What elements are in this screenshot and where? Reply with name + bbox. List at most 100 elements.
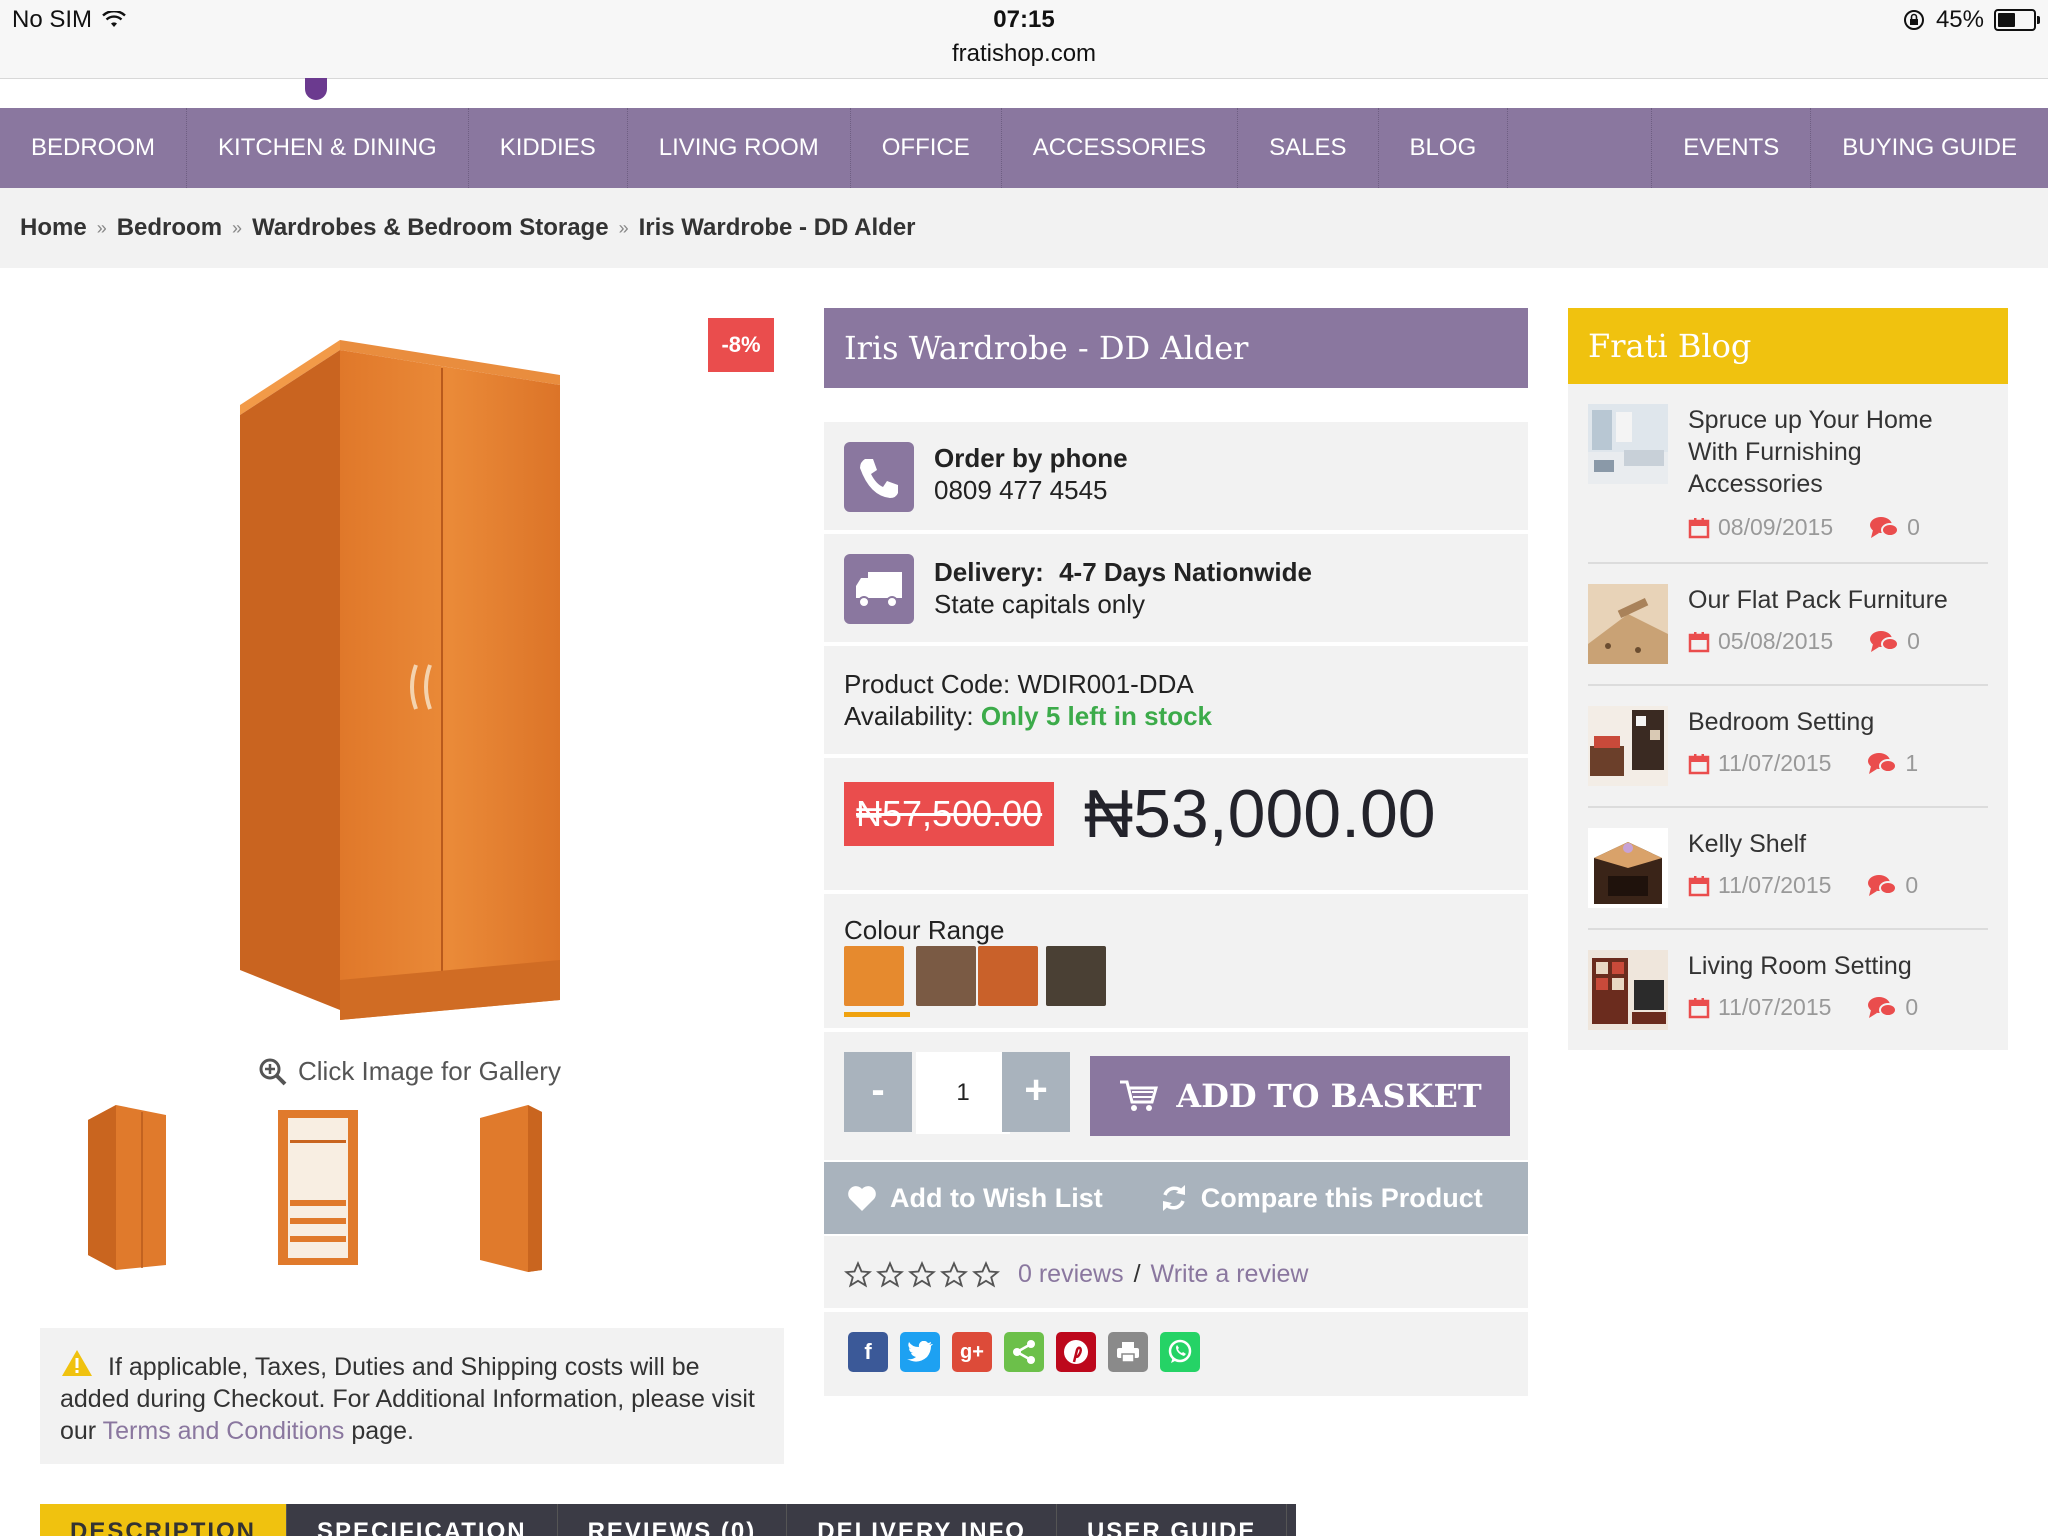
gallery-hint[interactable]: Click Image for Gallery (258, 1056, 561, 1087)
nav-item-buying-guide[interactable]: BUYING GUIDE (1811, 108, 2048, 188)
blog-post-item[interactable]: Bedroom Setting 11/07/2015 1 (1588, 706, 1988, 792)
comments-icon (1868, 996, 1898, 1018)
twitter-share-icon[interactable] (900, 1332, 940, 1372)
comments-icon (1868, 874, 1898, 896)
warning-icon (62, 1350, 92, 1376)
print-icon[interactable] (1108, 1332, 1148, 1372)
delivery-panel: Delivery: 4-7 Days Nationwide State capi… (824, 532, 1528, 642)
tab-specification[interactable]: SPECIFICATION (287, 1504, 558, 1536)
terms-link[interactable]: Terms and Conditions (103, 1417, 345, 1445)
blog-post-thumbnail[interactable] (1588, 706, 1668, 786)
blog-post-thumbnail[interactable] (1588, 584, 1668, 664)
nav-item-accessories[interactable]: ACCESSORIES (1002, 108, 1239, 188)
facebook-share-icon[interactable]: f (848, 1332, 888, 1372)
blog-post-item[interactable]: Spruce up Your Home With Furnishing Acce… (1588, 404, 1988, 554)
order-by-phone-panel: Order by phone 0809 477 4545 (824, 422, 1528, 530)
blog-divider (1588, 684, 1988, 686)
tax-notice: If applicable, Taxes, Duties and Shippin… (40, 1328, 784, 1464)
product-title: Iris Wardrobe - DD Alder (824, 308, 1528, 388)
star-empty-icon (940, 1260, 968, 1288)
blog-post-item[interactable]: Kelly Shelf 11/07/2015 0 (1588, 828, 1988, 914)
calendar-icon (1688, 997, 1710, 1018)
tab-description[interactable]: DESCRIPTION (40, 1504, 288, 1536)
tab-reviews[interactable]: REVIEWS (0) (558, 1504, 788, 1536)
colour-range-label: Colour Range (844, 915, 1005, 945)
star-empty-icon (876, 1260, 904, 1288)
colour-swatch-wenge[interactable] (1046, 946, 1106, 1006)
product-code-label: Product Code: (844, 669, 1011, 699)
blog-divider (1588, 562, 1988, 564)
status-bar: No SIM 07:15 fratishop.com 45% (0, 0, 2048, 79)
thumbnail-open[interactable] (268, 1100, 368, 1275)
blog-post-comment-count: 0 (1907, 628, 1920, 654)
blog-post-item[interactable]: Our Flat Pack Furniture 05/08/2015 0 (1588, 584, 1988, 670)
quantity-increase-button[interactable]: + (1002, 1052, 1070, 1132)
delivery-note: State capitals only (934, 589, 1146, 619)
compare-product-button[interactable]: Compare this Product (1159, 1183, 1483, 1214)
blog-post-date: 05/08/2015 (1718, 628, 1834, 654)
breadcrumb-wardrobes[interactable]: Wardrobes & Bedroom Storage (252, 214, 609, 242)
nav-item-living-room[interactable]: LIVING ROOM (628, 108, 851, 188)
blog-post-thumbnail[interactable] (1588, 404, 1668, 484)
blog-post-item[interactable]: Living Room Setting 11/07/2015 0 (1588, 950, 1988, 1036)
thumbnail-closed[interactable] (76, 1100, 176, 1275)
product-tabs: DESCRIPTION SPECIFICATION REVIEWS (0) DE… (40, 1504, 1296, 1536)
star-empty-icon (972, 1260, 1000, 1288)
blog-post-date: 11/07/2015 (1718, 994, 1832, 1020)
site-logo-fragment[interactable] (305, 78, 327, 100)
breadcrumb-bedroom[interactable]: Bedroom (117, 214, 222, 242)
discount-badge: -8% (708, 318, 774, 372)
thumbnail-side[interactable] (468, 1100, 568, 1275)
order-phone-number[interactable]: 0809 477 4545 (934, 474, 1128, 506)
add-to-wishlist-button[interactable]: Add to Wish List (846, 1183, 1103, 1214)
colour-swatch-cherry[interactable] (978, 946, 1038, 1006)
tab-user-guide[interactable]: USER GUIDE (1057, 1504, 1288, 1536)
delivery-label: Delivery: (934, 557, 1044, 587)
share-icon[interactable] (1004, 1332, 1044, 1372)
blog-post-date: 08/09/2015 (1718, 514, 1834, 540)
breadcrumb-separator: » (618, 217, 629, 238)
nav-item-office[interactable]: OFFICE (851, 108, 1002, 188)
nav-item-kitchen-dining[interactable]: KITCHEN & DINING (187, 108, 469, 188)
blog-post-title[interactable]: Kelly Shelf (1688, 828, 1988, 860)
battery-icon (1994, 9, 2040, 31)
reviews-count-link[interactable]: 0 reviews (1018, 1260, 1124, 1289)
write-review-link[interactable]: Write a review (1151, 1260, 1309, 1289)
battery-percent: 45% (1935, 6, 1984, 33)
nav-item-blog[interactable]: BLOG (1379, 108, 1509, 188)
blog-post-thumbnail[interactable] (1588, 950, 1668, 1030)
breadcrumb-home[interactable]: Home (20, 214, 87, 242)
blog-post-title[interactable]: Our Flat Pack Furniture (1688, 584, 1988, 616)
whatsapp-share-icon[interactable] (1160, 1332, 1200, 1372)
pinterest-share-icon[interactable] (1056, 1332, 1096, 1372)
colour-swatch-walnut[interactable] (916, 946, 976, 1006)
breadcrumb: Home » Bedroom » Wardrobes & Bedroom Sto… (0, 188, 2048, 268)
rotation-lock-icon (1903, 10, 1924, 30)
nav-item-bedroom[interactable]: BEDROOM (0, 108, 188, 188)
quantity-decrease-button[interactable]: - (844, 1052, 912, 1132)
blog-post-comment-count: 0 (1905, 872, 1919, 898)
calendar-icon (1688, 875, 1710, 896)
google-plus-share-icon[interactable]: g+ (952, 1332, 992, 1372)
nav-item-kiddies[interactable]: KIDDIES (469, 108, 628, 188)
nav-item-events[interactable]: EVENTS (1652, 108, 1812, 188)
address-bar-url[interactable]: fratishop.com (0, 40, 2048, 68)
blog-post-comment-count: 1 (1905, 750, 1919, 776)
old-price: ₦57,500.00 (844, 782, 1055, 846)
tab-delivery-info[interactable]: DELIVERY INFO (787, 1504, 1057, 1536)
add-to-basket-button[interactable]: ADD TO BASKET (1090, 1056, 1510, 1136)
star-empty-icon (844, 1260, 872, 1288)
blog-post-title[interactable]: Bedroom Setting (1688, 706, 1988, 738)
product-actions-bar: Add to Wish List Compare this Product (824, 1162, 1528, 1234)
zoom-in-icon (259, 1058, 287, 1085)
blog-post-title[interactable]: Spruce up Your Home With Furnishing Acce… (1688, 404, 1988, 500)
product-main-image[interactable] (220, 320, 580, 1040)
blog-post-thumbnail[interactable] (1588, 828, 1668, 908)
blog-widget-title: Frati Blog (1568, 308, 2008, 384)
quantity-input[interactable] (916, 1052, 1010, 1134)
cart-icon (1120, 1080, 1159, 1111)
blog-post-title[interactable]: Living Room Setting (1688, 950, 1988, 982)
nav-item-sales[interactable]: SALES (1238, 108, 1379, 188)
availability-label: Availability: (844, 701, 974, 731)
colour-swatch-alder[interactable] (844, 946, 904, 1006)
